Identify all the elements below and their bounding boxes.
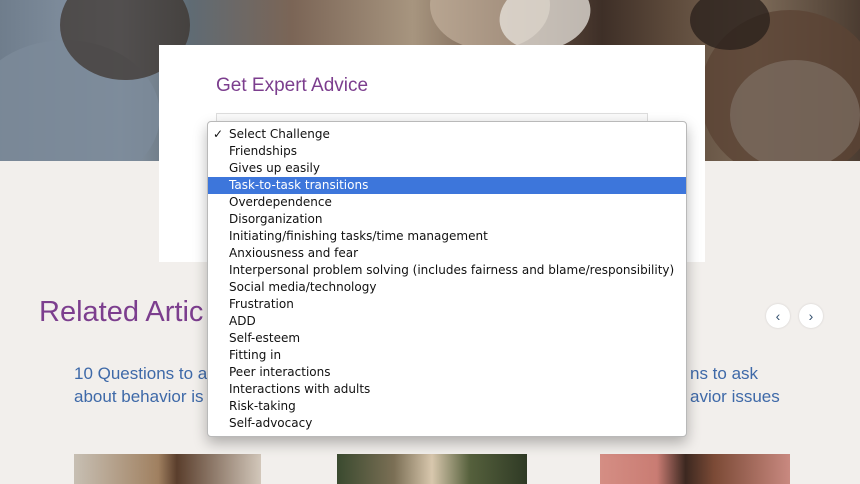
chevron-right-icon: › bbox=[808, 308, 814, 324]
expert-advice-title: Get Expert Advice bbox=[216, 75, 369, 96]
dropdown-option-label: Frustration bbox=[229, 297, 294, 311]
dropdown-option[interactable]: Fitting in bbox=[208, 347, 686, 364]
dropdown-option[interactable]: Task-to-task transitions bbox=[208, 177, 686, 194]
dropdown-option[interactable]: ✓ Select Challenge bbox=[208, 126, 686, 143]
dropdown-option[interactable]: ADD bbox=[208, 313, 686, 330]
article-link[interactable]: ns to ask avior issues bbox=[690, 362, 780, 408]
chevron-left-icon: ‹ bbox=[775, 308, 781, 324]
dropdown-option-label: Friendships bbox=[229, 144, 297, 158]
dropdown-option[interactable]: Self-esteem bbox=[208, 330, 686, 347]
article-title-line: ns to ask bbox=[690, 364, 759, 383]
dropdown-options-list: ✓ Select Challenge Friendships Gives up eas… bbox=[208, 122, 686, 432]
dropdown-option-label: Anxiousness and fear bbox=[229, 246, 359, 260]
dropdown-option-label: Self-advocacy bbox=[229, 416, 313, 430]
dropdown-option[interactable]: Social media/technology bbox=[208, 279, 686, 296]
dropdown-option-label: Interactions with adults bbox=[229, 382, 371, 396]
article-thumbnail[interactable] bbox=[600, 454, 790, 484]
dropdown-option[interactable]: Interactions with adults bbox=[208, 381, 686, 398]
dropdown-option-label: Select Challenge bbox=[229, 127, 330, 141]
dropdown-option-label: Disorganization bbox=[229, 212, 323, 226]
dropdown-option[interactable]: Initiating/finishing tasks/time manageme… bbox=[208, 228, 686, 245]
article-title-line: avior issues bbox=[690, 387, 780, 406]
dropdown-option-label: Self-esteem bbox=[229, 331, 301, 345]
dropdown-option-label: Fitting in bbox=[229, 348, 282, 362]
article-thumbnail[interactable] bbox=[74, 454, 261, 484]
dropdown-option[interactable]: Self-advocacy bbox=[208, 415, 686, 432]
dropdown-option[interactable]: Interpersonal problem solving (includes … bbox=[208, 262, 686, 279]
checkmark-icon: ✓ bbox=[213, 127, 224, 141]
hero-photo-region bbox=[730, 60, 860, 161]
dropdown-option-label: ADD bbox=[229, 314, 256, 328]
dropdown-option[interactable]: Overdependence bbox=[208, 194, 686, 211]
dropdown-option-label: Overdependence bbox=[229, 195, 332, 209]
dropdown-option-label: Peer interactions bbox=[229, 365, 331, 379]
dropdown-option[interactable]: Friendships bbox=[208, 143, 686, 160]
dropdown-option-label: Task-to-task transitions bbox=[229, 178, 369, 192]
dropdown-option[interactable]: Gives up easily bbox=[208, 160, 686, 177]
dropdown-option-label: Interpersonal problem solving (includes … bbox=[229, 263, 675, 277]
article-title-line: 10 Questions to a bbox=[74, 364, 208, 383]
article-title-line: about behavior is bbox=[74, 387, 204, 406]
dropdown-option[interactable]: Anxiousness and fear bbox=[208, 245, 686, 262]
dropdown-option-label: Gives up easily bbox=[229, 161, 320, 175]
dropdown-option[interactable]: Peer interactions bbox=[208, 364, 686, 381]
article-link[interactable]: 10 Questions to a about behavior is bbox=[74, 362, 207, 408]
carousel-next-button[interactable]: › bbox=[799, 304, 823, 328]
dropdown-option-label: Risk-taking bbox=[229, 399, 296, 413]
related-articles-title: Related Artic bbox=[39, 296, 204, 328]
dropdown-option[interactable]: Frustration bbox=[208, 296, 686, 313]
dropdown-option-label: Initiating/finishing tasks/time manageme… bbox=[229, 229, 488, 243]
dropdown-option-label: Social media/technology bbox=[229, 280, 377, 294]
article-thumbnail[interactable] bbox=[337, 454, 527, 484]
dropdown-option[interactable]: Risk-taking bbox=[208, 398, 686, 415]
carousel-prev-button[interactable]: ‹ bbox=[766, 304, 790, 328]
challenge-dropdown-menu: ✓ Select Challenge Friendships Gives up eas… bbox=[207, 121, 687, 437]
dropdown-option[interactable]: Disorganization bbox=[208, 211, 686, 228]
